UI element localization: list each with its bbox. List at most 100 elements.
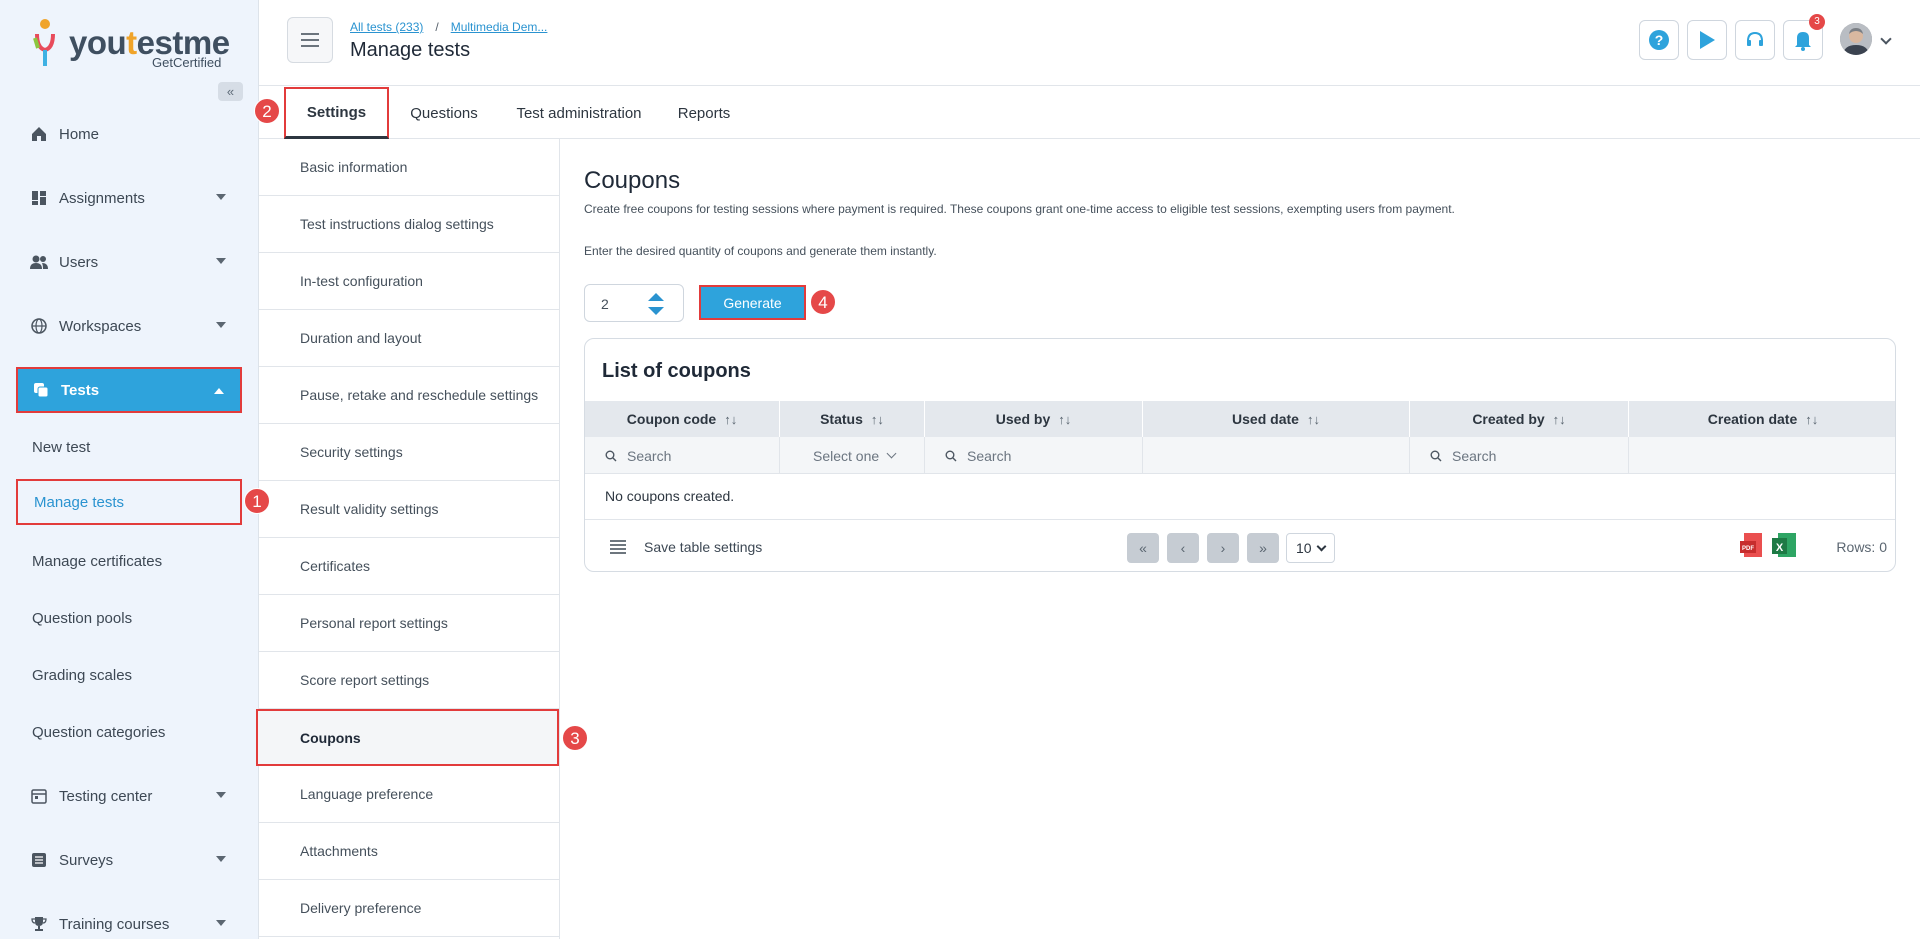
sort-icon: ↑↓ <box>1306 411 1320 427</box>
export-excel-icon[interactable]: X <box>1772 532 1796 560</box>
chevron-left-icon: ‹ <box>1180 540 1186 556</box>
sidebar-item-home[interactable]: Home <box>16 111 242 157</box>
sidebar-item-label: Users <box>59 253 99 271</box>
help-icon: ? <box>1649 30 1669 50</box>
settings-item-score-report[interactable]: Score report settings <box>259 652 559 709</box>
sidebar: youtestme GetCertified « Home Assignment… <box>0 0 270 939</box>
column-header-creation-date[interactable]: Creation date ↑↓ <box>1629 401 1895 437</box>
logo-mark-icon <box>33 19 55 66</box>
breadcrumb-separator: / <box>435 20 439 34</box>
quantity-stepper[interactable]: 2 <box>584 284 684 322</box>
created-by-search-input[interactable]: Search <box>1410 437 1629 474</box>
caret-down-icon <box>216 920 226 926</box>
play-button[interactable] <box>1687 20 1727 60</box>
svg-text:?: ? <box>1655 32 1664 48</box>
caret-down-icon <box>216 856 226 862</box>
breadcrumb-all-tests-link[interactable]: All tests (233) <box>350 20 423 34</box>
sidebar-sub-item-question-pools[interactable]: Question pools <box>16 595 242 641</box>
sidebar-sub-item-new-test[interactable]: New test <box>16 424 242 470</box>
column-header-used-by[interactable]: Used by ↑↓ <box>925 401 1143 437</box>
generate-button[interactable]: Generate <box>699 285 806 320</box>
settings-item-personal-report[interactable]: Personal report settings <box>259 595 559 652</box>
tab-bar: Settings Questions Test administration R… <box>259 87 1920 139</box>
double-chevron-left-icon: « <box>1139 540 1147 556</box>
sidebar-item-tests[interactable]: Tests <box>16 367 242 413</box>
settings-item-security[interactable]: Security settings <box>259 424 559 481</box>
column-header-created-by[interactable]: Created by ↑↓ <box>1410 401 1629 437</box>
previous-page-button[interactable]: ‹ <box>1167 533 1199 563</box>
used-by-search-input[interactable]: Search <box>925 437 1143 474</box>
settings-item-duration-layout[interactable]: Duration and layout <box>259 310 559 367</box>
collapse-sidebar-button[interactable]: « <box>218 82 243 101</box>
column-header-coupon-code[interactable]: Coupon code ↑↓ <box>585 401 780 437</box>
sort-icon: ↑↓ <box>1805 411 1819 427</box>
chevron-down-icon <box>886 448 897 459</box>
stepper-down-icon[interactable] <box>648 307 664 315</box>
next-page-button[interactable]: › <box>1207 533 1239 563</box>
sidebar-item-surveys[interactable]: Surveys <box>16 837 242 883</box>
help-button[interactable]: ? <box>1639 20 1679 60</box>
save-table-settings-button[interactable]: Save table settings <box>644 539 762 555</box>
coupon-code-search-input[interactable]: Search <box>585 437 780 474</box>
tab-reports[interactable]: Reports <box>664 87 744 139</box>
settings-item-result-validity[interactable]: Result validity settings <box>259 481 559 538</box>
svg-text:PDF: PDF <box>1742 546 1754 552</box>
logo-subtitle: GetCertified <box>152 55 222 70</box>
last-page-button[interactable]: » <box>1247 533 1279 563</box>
settings-item-certificates[interactable]: Certificates <box>259 538 559 595</box>
menu-toggle-button[interactable] <box>287 17 333 63</box>
settings-item-language-preference[interactable]: Language preference <box>259 766 559 823</box>
export-pdf-icon[interactable]: PDF <box>1740 532 1764 560</box>
annotation-badge-2: 2 <box>254 98 280 124</box>
creation-date-filter[interactable] <box>1629 437 1895 474</box>
settings-item-in-test-configuration[interactable]: In-test configuration <box>259 253 559 310</box>
sidebar-item-testing-center[interactable]: Testing center <box>16 773 242 819</box>
sidebar-item-label: Home <box>59 125 100 143</box>
table-filter-row: Search Select one Search Search <box>585 437 1895 474</box>
column-header-used-date[interactable]: Used date ↑↓ <box>1143 401 1410 437</box>
notification-count-badge: 3 <box>1809 14 1825 30</box>
double-chevron-right-icon: » <box>1259 540 1267 556</box>
chevron-right-icon: › <box>1220 540 1226 556</box>
sidebar-sub-item-manage-certificates[interactable]: Manage certificates <box>16 538 242 584</box>
section-description: Create free coupons for testing sessions… <box>584 202 1455 216</box>
sort-icon: ↑↓ <box>870 411 884 427</box>
sidebar-sub-item-grading-scales[interactable]: Grading scales <box>16 652 242 698</box>
settings-item-test-instructions[interactable]: Test instructions dialog settings <box>259 196 559 253</box>
settings-item-coupons[interactable]: Coupons <box>256 709 559 766</box>
stepper-up-icon[interactable] <box>648 293 664 301</box>
settings-menu: Basic information Test instructions dial… <box>256 139 560 939</box>
settings-item-delivery-preference[interactable]: Delivery preference <box>259 880 559 937</box>
sidebar-sub-item-question-categories[interactable]: Question categories <box>16 709 242 755</box>
rows-count: Rows: 0 <box>1836 539 1887 555</box>
sidebar-sub-item-manage-tests[interactable]: Manage tests <box>16 479 242 525</box>
first-page-button[interactable]: « <box>1127 533 1159 563</box>
globe-icon <box>30 317 48 335</box>
sidebar-item-label: Surveys <box>59 851 114 869</box>
table-settings-icon[interactable] <box>610 540 626 554</box>
search-icon <box>1430 450 1442 461</box>
settings-item-pause-retake[interactable]: Pause, retake and reschedule settings <box>259 367 559 424</box>
settings-item-attachments[interactable]: Attachments <box>259 823 559 880</box>
support-button[interactable] <box>1735 20 1775 60</box>
column-header-status[interactable]: Status ↑↓ <box>780 401 925 437</box>
status-filter-select[interactable]: Select one <box>780 437 925 474</box>
double-chevron-left-icon: « <box>226 84 235 99</box>
sort-icon: ↑↓ <box>724 411 738 427</box>
sidebar-item-training-courses[interactable]: Training courses <box>16 901 242 939</box>
sidebar-item-workspaces[interactable]: Workspaces <box>16 303 242 349</box>
page-size-select[interactable]: 10 <box>1286 533 1335 563</box>
chevron-down-icon[interactable] <box>1880 33 1892 45</box>
tab-questions[interactable]: Questions <box>394 87 494 139</box>
avatar[interactable] <box>1840 23 1872 55</box>
page-title: Manage tests <box>350 39 471 61</box>
dashboard-icon <box>30 189 48 207</box>
tab-settings[interactable]: Settings <box>284 87 389 139</box>
tab-test-administration[interactable]: Test administration <box>504 87 654 139</box>
settings-item-basic-information[interactable]: Basic information <box>259 139 559 196</box>
used-date-filter[interactable] <box>1143 437 1410 474</box>
breadcrumb-current-test-link[interactable]: Multimedia Dem... <box>451 20 548 34</box>
caret-down-icon <box>216 322 226 328</box>
sidebar-item-assignments[interactable]: Assignments <box>16 175 242 221</box>
sidebar-item-users[interactable]: Users <box>16 239 242 285</box>
